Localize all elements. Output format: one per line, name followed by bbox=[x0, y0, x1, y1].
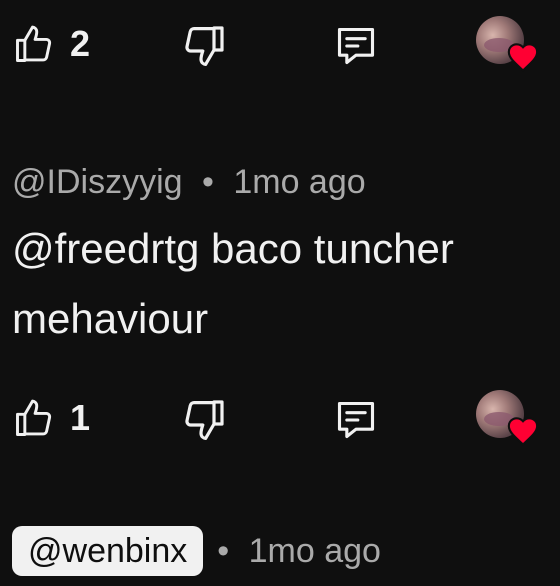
comment-actions: 1 bbox=[0, 388, 560, 448]
previous-comment-actions: 2 bbox=[0, 14, 560, 74]
separator-dot: • bbox=[201, 163, 214, 201]
like-count: 1 bbox=[70, 397, 91, 438]
reply-button[interactable] bbox=[334, 396, 378, 444]
next-comment-header: @wenbinx • 1mo ago bbox=[12, 526, 560, 586]
heart-icon bbox=[506, 40, 540, 74]
thumbs-up-icon bbox=[12, 22, 56, 66]
dislike-button[interactable] bbox=[180, 22, 228, 70]
creator-heart[interactable] bbox=[476, 390, 542, 452]
reply-icon bbox=[334, 27, 378, 74]
like-button[interactable]: 1 bbox=[12, 388, 90, 448]
comment-time: 1mo ago bbox=[233, 163, 366, 201]
comment: @IDiszyyig • 1mo ago @freedrtg baco tunc… bbox=[12, 156, 560, 354]
reply-icon bbox=[334, 401, 378, 448]
creator-heart[interactable] bbox=[476, 16, 542, 78]
like-count: 2 bbox=[70, 23, 91, 64]
separator-dot: • bbox=[217, 532, 230, 570]
next-comment-time: 1mo ago bbox=[248, 532, 381, 570]
reply-button[interactable] bbox=[334, 22, 378, 70]
comment-author[interactable]: @IDiszyyig bbox=[12, 163, 183, 201]
thumbs-down-icon bbox=[180, 26, 228, 74]
comment-header: @IDiszyyig • 1mo ago bbox=[12, 156, 560, 208]
next-comment-author[interactable]: @wenbinx bbox=[12, 526, 204, 576]
thumbs-up-icon bbox=[12, 396, 56, 440]
thumbs-down-icon bbox=[180, 400, 228, 448]
next-comment-meta: • 1mo ago bbox=[217, 526, 381, 576]
like-button[interactable]: 2 bbox=[12, 14, 90, 74]
heart-icon bbox=[506, 414, 540, 448]
comment-text: @freedrtg baco tuncher mehaviour bbox=[12, 225, 454, 342]
dislike-button[interactable] bbox=[180, 396, 228, 444]
